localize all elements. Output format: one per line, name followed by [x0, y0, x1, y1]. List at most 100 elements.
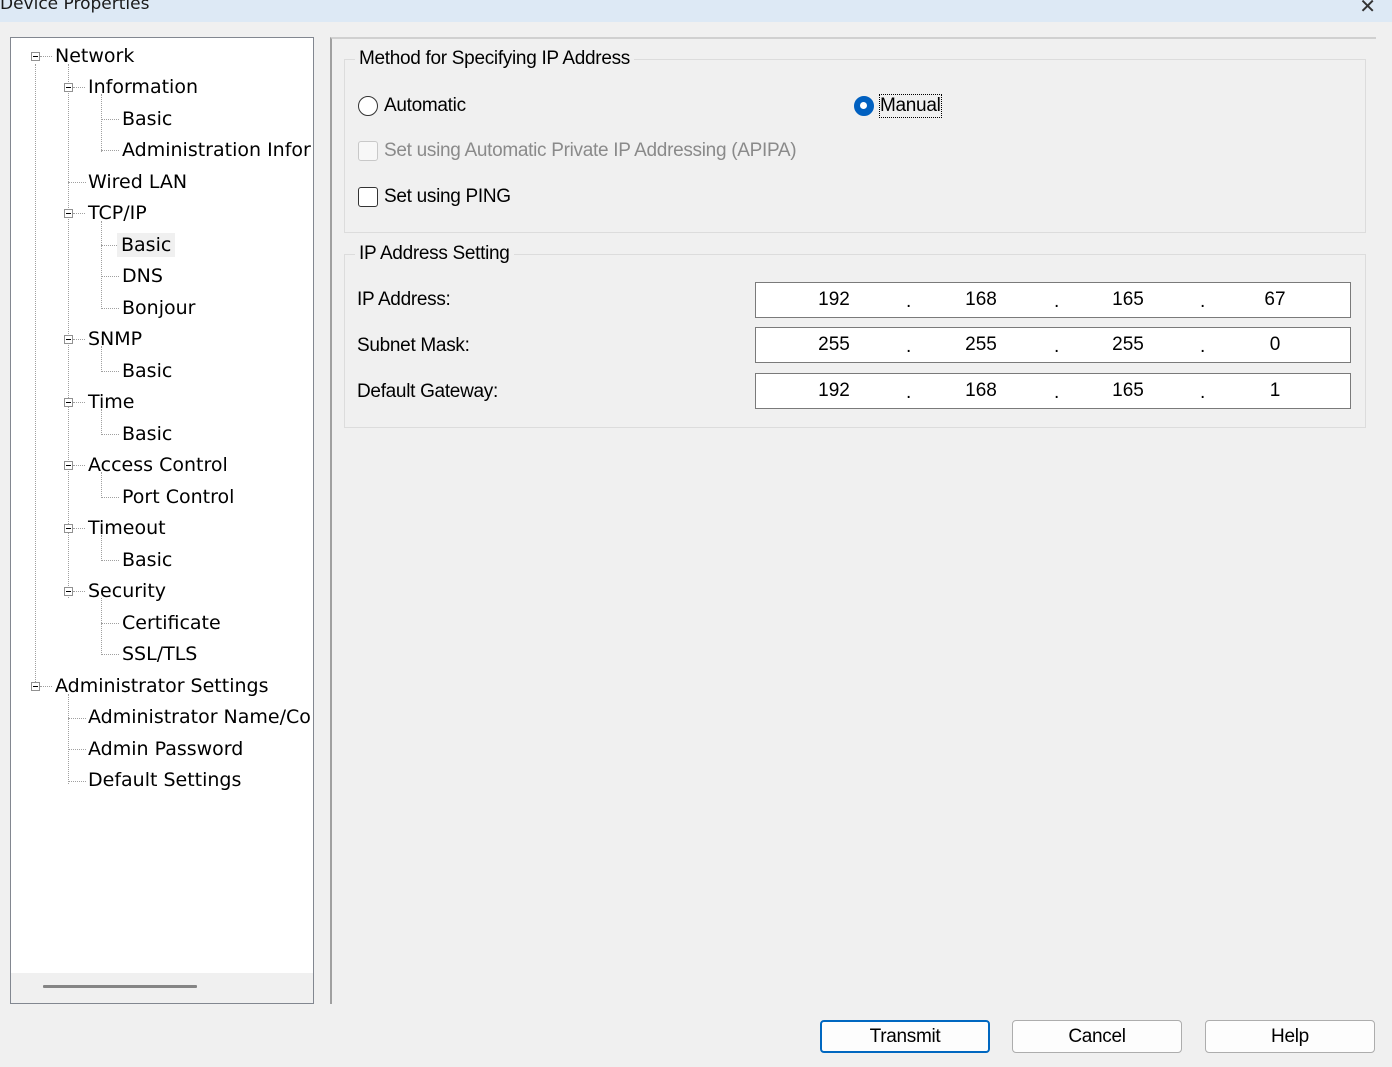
tree-line — [68, 781, 86, 782]
method-group: Method for Specifying IP Address Automat… — [344, 48, 1366, 233]
tree-item-wired-lan[interactable]: Wired LAN — [86, 170, 189, 194]
subnet-octet-4[interactable]: 0 — [1245, 334, 1305, 356]
tree-item-tcpip-basic[interactable]: Basic — [117, 233, 176, 257]
ip-address-label: IP Address: — [357, 289, 451, 310]
subnet-octet-1[interactable]: 255 — [804, 334, 864, 356]
tree-line — [40, 56, 52, 57]
tree-item-access-control[interactable]: Access Control — [86, 453, 230, 477]
properties-panel: Method for Specifying IP Address Automat… — [330, 37, 1376, 1004]
ip-address-field[interactable]: 192 . 168 . 165 . 67 — [755, 282, 1351, 318]
horizontal-scrollbar[interactable] — [11, 973, 313, 1003]
ping-checkbox[interactable] — [358, 187, 378, 207]
ip-address-group: IP Address Setting IP Address: 192 . 168… — [344, 243, 1366, 428]
tree-line — [101, 560, 119, 561]
tree-item-certificate[interactable]: Certificate — [120, 611, 223, 635]
tree-line — [68, 749, 86, 750]
collapse-icon[interactable] — [31, 682, 40, 691]
tree-item-snmp-basic[interactable]: Basic — [120, 359, 174, 383]
subnet-octet-2[interactable]: 255 — [951, 334, 1011, 356]
tree-line — [101, 119, 119, 120]
tree-line — [68, 182, 86, 183]
manual-label[interactable]: Manual — [879, 94, 942, 118]
tree-line — [101, 221, 102, 309]
tree-line — [101, 434, 119, 435]
scrollbar-thumb[interactable] — [43, 985, 197, 988]
tree-item-timeout[interactable]: Timeout — [86, 516, 168, 540]
settings-tree[interactable]: Network Information Basic Administration… — [10, 37, 314, 1004]
ip-separator: . — [1054, 291, 1060, 312]
tree-line — [101, 150, 119, 151]
collapse-icon[interactable] — [64, 587, 73, 596]
tree-item-timeout-basic[interactable]: Basic — [120, 548, 174, 572]
tree-item-information-basic[interactable]: Basic — [120, 107, 174, 131]
collapse-icon[interactable] — [31, 52, 40, 61]
subnet-mask-field[interactable]: 255 . 255 . 255 . 0 — [755, 327, 1351, 363]
tree-line — [73, 339, 85, 340]
automatic-radio[interactable] — [358, 96, 378, 116]
tree-item-tcpip[interactable]: TCP/IP — [86, 201, 149, 225]
ping-label[interactable]: Set using PING — [384, 186, 511, 208]
tree-line — [35, 64, 36, 688]
tree-item-admin-password[interactable]: Admin Password — [86, 737, 245, 761]
help-button[interactable]: Help — [1205, 1020, 1375, 1053]
tree-line — [101, 94, 102, 152]
title-bar: Device Properties ✕ — [0, 0, 1392, 22]
ip-group-caption: IP Address Setting — [355, 243, 514, 265]
tree-item-ssl-tls[interactable]: SSL/TLS — [120, 642, 199, 666]
tree-line — [73, 402, 85, 403]
tree-item-administration-info[interactable]: Administration Infor — [120, 138, 313, 162]
tree-line — [73, 528, 85, 529]
tree-item-network[interactable]: Network — [53, 44, 136, 68]
default-gateway-label: Default Gateway: — [357, 381, 498, 402]
tree-line — [73, 213, 85, 214]
collapse-icon[interactable] — [64, 524, 73, 533]
tree-item-administrator-name[interactable]: Administrator Name/Co — [86, 705, 313, 729]
ip-separator: . — [1200, 291, 1206, 312]
apipa-checkbox[interactable] — [358, 141, 378, 161]
subnet-octet-3[interactable]: 255 — [1098, 334, 1158, 356]
tree-line — [101, 497, 119, 498]
window-title: Device Properties — [0, 0, 150, 14]
apipa-label: Set using Automatic Private IP Addressin… — [384, 140, 797, 161]
tree-item-snmp[interactable]: SNMP — [86, 327, 144, 351]
gateway-octet-4[interactable]: 1 — [1245, 380, 1305, 402]
tree-line — [68, 64, 69, 598]
ip-octet-1[interactable]: 192 — [804, 289, 864, 311]
ip-octet-3[interactable]: 165 — [1098, 289, 1158, 311]
tree-item-information[interactable]: Information — [86, 75, 200, 99]
ip-octet-2[interactable]: 168 — [951, 289, 1011, 311]
manual-radio[interactable] — [854, 96, 874, 116]
ip-octet-4[interactable]: 67 — [1245, 289, 1305, 311]
cancel-button[interactable]: Cancel — [1012, 1020, 1182, 1053]
ip-separator: . — [1054, 336, 1060, 357]
tree-line — [101, 276, 119, 277]
ip-separator: . — [1054, 382, 1060, 403]
tree-line — [101, 623, 119, 624]
tree-item-time[interactable]: Time — [86, 390, 137, 414]
gateway-octet-3[interactable]: 165 — [1098, 380, 1158, 402]
tree-line — [40, 686, 52, 687]
tree-line — [101, 308, 119, 309]
collapse-icon[interactable] — [64, 398, 73, 407]
subnet-mask-label: Subnet Mask: — [357, 335, 470, 356]
tree-line — [73, 87, 85, 88]
ip-separator: . — [1200, 382, 1206, 403]
tree-item-administrator-settings[interactable]: Administrator Settings — [53, 674, 271, 698]
default-gateway-field[interactable]: 192 . 168 . 165 . 1 — [755, 373, 1351, 409]
tree-item-security[interactable]: Security — [86, 579, 168, 603]
close-icon[interactable]: ✕ — [1359, 0, 1376, 18]
tree-item-port-control[interactable]: Port Control — [120, 485, 236, 509]
transmit-button[interactable]: Transmit — [820, 1020, 990, 1053]
gateway-octet-1[interactable]: 192 — [804, 380, 864, 402]
collapse-icon[interactable] — [64, 461, 73, 470]
tree-item-bonjour[interactable]: Bonjour — [120, 296, 197, 320]
collapse-icon[interactable] — [64, 335, 73, 344]
tree-item-dns[interactable]: DNS — [120, 264, 165, 288]
tree-line — [68, 718, 86, 719]
collapse-icon[interactable] — [64, 83, 73, 92]
automatic-label[interactable]: Automatic — [384, 95, 466, 117]
tree-item-default-settings[interactable]: Default Settings — [86, 768, 243, 792]
tree-item-time-basic[interactable]: Basic — [120, 422, 174, 446]
gateway-octet-2[interactable]: 168 — [951, 380, 1011, 402]
collapse-icon[interactable] — [64, 209, 73, 218]
